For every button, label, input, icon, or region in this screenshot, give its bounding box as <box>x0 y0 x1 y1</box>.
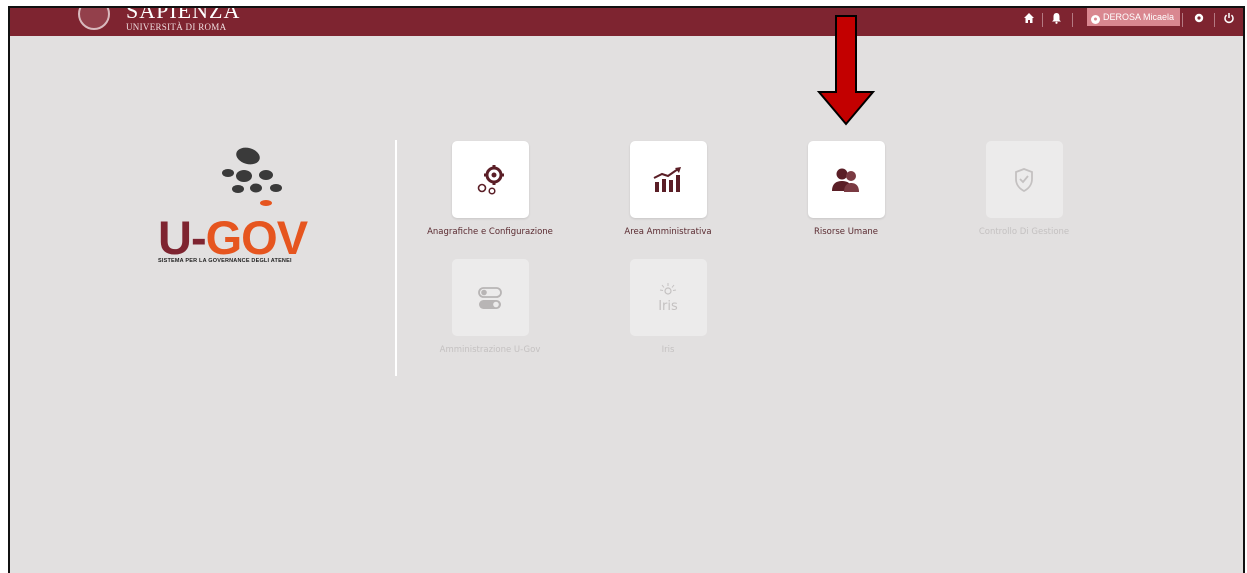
tile-label: Area Amministrativa <box>624 227 712 237</box>
gear-icon[interactable] <box>1193 12 1205 28</box>
separator <box>1182 13 1183 27</box>
tile-label: Amministrazione U-Gov <box>439 345 541 355</box>
tile-iris: Iris Iris <box>588 259 748 355</box>
tile-button[interactable] <box>807 141 885 218</box>
tile-button: Iris <box>629 259 707 336</box>
tile-anagrafiche[interactable]: Anagrafiche e Configurazione <box>410 141 570 237</box>
tile-label: Controllo Di Gestione <box>978 227 1070 237</box>
logo-tagline: SISTEMA PER LA GOVERNANCE DEGLI ATENEI <box>158 258 292 264</box>
user-menu-button[interactable]: ● DEROSA Micaela <box>1087 8 1181 26</box>
u-gov-wordmark: U-GOV <box>158 211 308 264</box>
brand-subtitle: UNIVERSITÀ DI ROMA <box>126 22 227 32</box>
top-navigation-bar: SAPIENZA UNIVERSITÀ DI ROMA ● DEROSA Mica… <box>10 8 1243 36</box>
tile-button <box>985 141 1063 218</box>
user-name: DEROSA Micaela <box>1103 12 1175 22</box>
power-icon[interactable] <box>1223 12 1235 28</box>
u-gov-logo: U-GOV SISTEMA PER LA GOVERNANCE DEGLI AT… <box>158 143 340 273</box>
separator <box>1214 13 1215 27</box>
logo-gov: GOV <box>205 211 308 264</box>
home-icon[interactable] <box>1023 12 1035 28</box>
tile-area-amministrativa[interactable]: Area Amministrativa <box>588 141 748 237</box>
tile-label: Anagrafiche e Configurazione <box>427 227 553 237</box>
application-frame: SAPIENZA UNIVERSITÀ DI ROMA ● DEROSA Mica… <box>8 6 1245 573</box>
user-icon: ● <box>1091 15 1100 24</box>
vertical-divider <box>395 140 397 376</box>
tile-risorse-umane[interactable]: Risorse Umane <box>766 141 926 237</box>
bell-icon[interactable] <box>1051 12 1062 28</box>
users-icon <box>832 168 859 192</box>
tile-button[interactable] <box>451 141 529 218</box>
logo-u: U- <box>158 211 207 264</box>
tile-label: Risorse Umane <box>813 227 879 237</box>
toggles-icon <box>478 286 502 309</box>
tile-button[interactable] <box>629 141 707 218</box>
tile-amministrazione-u-gov: Amministrazione U-Gov <box>410 259 570 355</box>
iris-logo-icon: Iris <box>658 282 678 314</box>
brand-name: SAPIENZA <box>126 6 241 23</box>
gears-icon <box>477 164 504 195</box>
chart-growth-icon <box>653 166 681 192</box>
sapienza-seal-logo <box>78 8 110 30</box>
separator <box>1042 13 1043 27</box>
tile-button <box>451 259 529 336</box>
shield-check-icon <box>1015 167 1033 192</box>
svg-text:Iris: Iris <box>658 299 678 314</box>
separator <box>1072 13 1073 27</box>
u-gov-dots-icon <box>222 147 282 206</box>
red-arrow-down-icon <box>816 15 876 126</box>
tile-controllo-di-gestione: Controllo Di Gestione <box>944 141 1104 237</box>
tile-label: Iris <box>661 345 675 355</box>
